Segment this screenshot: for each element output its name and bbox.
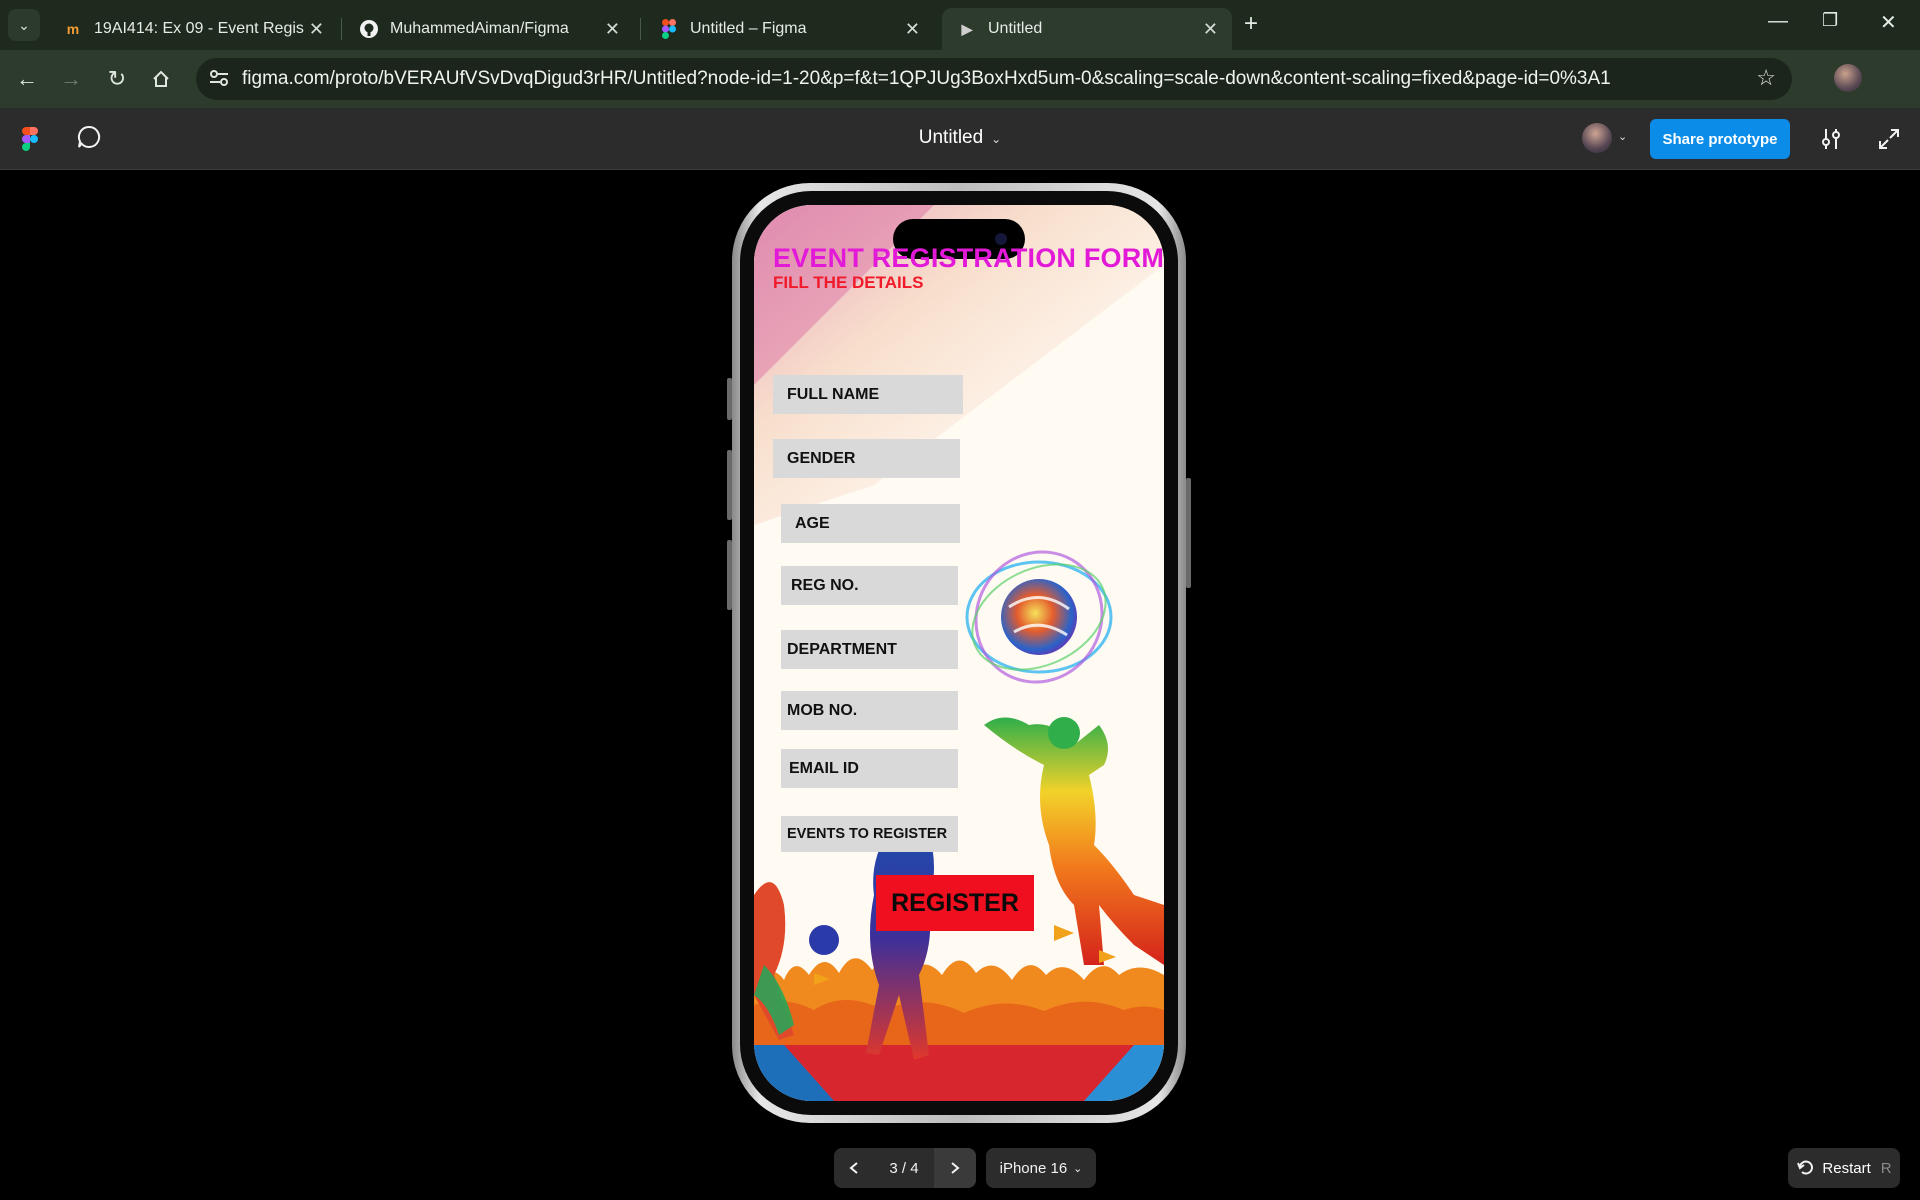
share-prototype-button[interactable]: Share prototype — [1650, 119, 1790, 159]
figma-icon — [658, 18, 680, 40]
restart-shortcut: R — [1880, 1159, 1892, 1177]
site-settings-icon[interactable] — [208, 68, 232, 90]
github-icon — [358, 18, 380, 40]
tab-moodle[interactable]: m 19AI414: Ex 09 - Event Registrat ✕ — [48, 8, 338, 50]
prototype-title-text: Untitled — [918, 127, 984, 148]
gender-field[interactable]: GENDER — [773, 439, 960, 478]
tab-title: Untitled — [988, 20, 1043, 37]
chevron-right-icon — [951, 1162, 960, 1174]
events-to-register-field[interactable]: EVENTS TO REGISTER — [781, 816, 958, 852]
restart-label: Restart — [1822, 1159, 1871, 1177]
register-button[interactable]: REGISTER — [876, 875, 1034, 931]
chevron-left-icon — [849, 1162, 858, 1174]
iphone-frame: EVENT REGISTRATION FORM FILL THE DETAILS… — [732, 183, 1186, 1123]
address-bar[interactable]: figma.com/proto/bVERAUfVSvDvqDigud3rHR/U… — [196, 58, 1792, 100]
tab-search-button[interactable]: ⌄ — [8, 9, 40, 41]
close-icon[interactable]: ✕ — [905, 19, 920, 40]
restart-icon — [1797, 1160, 1814, 1175]
reload-icon[interactable]: ↻ — [100, 62, 134, 96]
chevron-down-icon: ⌄ — [991, 132, 1002, 146]
tab-prototype[interactable]: ▶ Untitled ✕ — [942, 8, 1232, 50]
bookmark-star-icon[interactable]: ☆ — [1756, 65, 1776, 91]
user-avatar[interactable] — [1582, 123, 1612, 153]
mobile-number-field[interactable]: MOB NO. — [781, 691, 958, 730]
window-close-icon[interactable]: ✕ — [1880, 10, 1897, 35]
reg-no-field[interactable]: REG NO. — [781, 566, 958, 605]
new-tab-button[interactable]: + — [1244, 10, 1258, 38]
full-name-field[interactable]: FULL NAME — [773, 375, 963, 414]
form-subtitle: FILL THE DETAILS — [773, 273, 924, 292]
close-icon[interactable]: ✕ — [1203, 19, 1218, 40]
figma-prototype-header: Untitled ⌄ ⌄ Share prototype — [0, 108, 1920, 170]
play-icon: ▶ — [961, 20, 973, 37]
restore-icon[interactable]: ❐ — [1822, 10, 1838, 31]
minimize-icon[interactable]: — — [1768, 10, 1788, 33]
phone-power-button — [1186, 478, 1191, 588]
chevron-down-icon[interactable]: ⌄ — [1618, 130, 1627, 143]
email-id-field[interactable]: EMAIL ID — [781, 749, 958, 788]
forward-icon[interactable]: → — [54, 62, 88, 96]
close-icon[interactable]: ✕ — [309, 19, 324, 40]
age-field[interactable]: AGE — [781, 504, 960, 543]
fullscreen-icon[interactable] — [1876, 126, 1902, 152]
tab-figma-file[interactable]: Untitled – Figma ✕ — [644, 8, 934, 50]
form-title: EVENT REGISTRATION FORM — [773, 243, 1164, 273]
chevron-down-icon: ⌄ — [1073, 1162, 1083, 1175]
home-icon[interactable] — [144, 62, 178, 96]
previous-frame-button[interactable] — [834, 1148, 874, 1188]
browser-profile-avatar[interactable] — [1834, 64, 1862, 92]
tab-divider — [640, 18, 641, 40]
tab-title: Untitled – Figma — [690, 20, 807, 37]
device-selector[interactable]: iPhone 16 ⌄ — [986, 1148, 1096, 1188]
department-field[interactable]: DEPARTMENT — [781, 630, 958, 669]
frame-counter: 3 / 4 — [874, 1148, 934, 1188]
next-frame-button[interactable] — [934, 1148, 976, 1188]
prototype-title[interactable]: Untitled ⌄ — [0, 127, 1920, 149]
close-icon[interactable]: ✕ — [605, 19, 620, 40]
frame-pager: 3 / 4 iPhone 16 ⌄ — [834, 1148, 1096, 1188]
device-name: iPhone 16 — [999, 1159, 1068, 1177]
prototype-screen: EVENT REGISTRATION FORM FILL THE DETAILS… — [754, 205, 1164, 1101]
moodle-icon: m — [66, 21, 80, 37]
phone-bezel: EVENT REGISTRATION FORM FILL THE DETAILS… — [740, 191, 1178, 1115]
tab-title: 19AI414: Ex 09 - Event Registrat — [94, 20, 304, 37]
browser-toolbar: ← → ↻ figma.com/proto/bVERAUfVSvDvqDigud… — [0, 50, 1920, 137]
tab-divider — [341, 18, 342, 40]
browser-tab-strip: ⌄ m 19AI414: Ex 09 - Event Registrat ✕ M… — [0, 0, 1920, 50]
tab-github[interactable]: MuhammedAiman/Figma ✕ — [344, 8, 634, 50]
tab-title: MuhammedAiman/Figma — [390, 20, 569, 37]
settings-sliders-icon[interactable] — [1818, 126, 1844, 152]
back-icon[interactable]: ← — [10, 62, 44, 96]
url-text[interactable]: figma.com/proto/bVERAUfVSvDvqDigud3rHR/U… — [242, 68, 1611, 90]
restart-button[interactable]: Restart R — [1788, 1148, 1900, 1188]
